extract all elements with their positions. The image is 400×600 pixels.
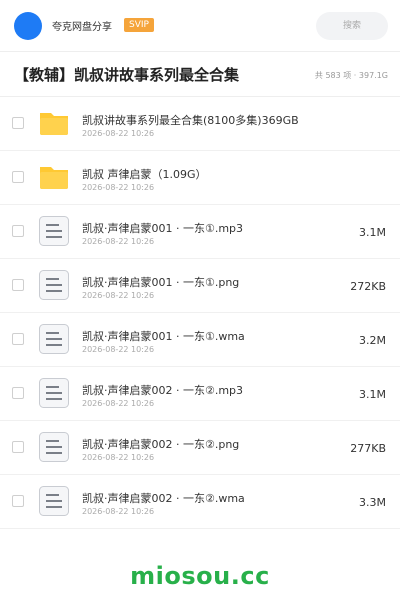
file-date: 2026-08-22 10:26 (82, 183, 155, 192)
folder-icon (40, 113, 68, 135)
list-item[interactable]: 凯叔·声律启蒙002 · 一东②.wma 2026-08-22 10:26 3.… (0, 475, 400, 529)
file-name: 凯叔·声律启蒙001 · 一东①.mp3 (82, 222, 244, 235)
watermark: miosou.cc (130, 562, 270, 590)
row-checkbox[interactable] (12, 495, 24, 507)
document-icon (39, 432, 69, 462)
page-title: 【教辅】凯叔讲故事系列最全合集 (14, 66, 240, 84)
document-icon (39, 378, 69, 408)
folder-icon (40, 167, 68, 189)
document-icon (39, 270, 69, 300)
folder-summary: 共 583 项 · 397.1G (314, 71, 388, 80)
file-date: 2026-08-22 10:26 (82, 453, 155, 462)
document-icon (39, 486, 69, 516)
file-size: 272KB (350, 280, 386, 293)
row-checkbox[interactable] (12, 279, 24, 291)
folder-title-row: 【教辅】凯叔讲故事系列最全合集 共 583 项 · 397.1G (0, 52, 400, 97)
row-checkbox[interactable] (12, 441, 24, 453)
row-checkbox[interactable] (12, 225, 24, 237)
file-size: 3.2M (359, 334, 386, 347)
file-date: 2026-08-22 10:26 (82, 237, 155, 246)
file-name: 凯叔·声律启蒙002 · 一东②.png (82, 438, 240, 451)
row-checkbox[interactable] (12, 333, 24, 345)
file-date: 2026-08-22 10:26 (82, 129, 155, 138)
file-date: 2026-08-22 10:26 (82, 345, 155, 354)
document-icon (39, 216, 69, 246)
file-name: 凯叔·声律启蒙002 · 一东②.wma (82, 492, 245, 505)
list-item[interactable]: 凯叔讲故事系列最全合集(8100多集)369GB 2026-08-22 10:2… (0, 97, 400, 151)
file-date: 2026-08-22 10:26 (82, 507, 155, 516)
file-list: 凯叔讲故事系列最全合集(8100多集)369GB 2026-08-22 10:2… (0, 97, 400, 529)
file-name: 凯叔讲故事系列最全合集(8100多集)369GB (82, 114, 299, 127)
file-name: 凯叔·声律启蒙001 · 一东①.png (82, 276, 240, 289)
file-name: 凯叔·声律启蒙002 · 一东②.mp3 (82, 384, 244, 397)
list-item[interactable]: 凯叔·声律启蒙002 · 一东②.mp3 2026-08-22 10:26 3.… (0, 367, 400, 421)
file-size: 277KB (350, 442, 386, 455)
file-size: 3.1M (359, 226, 386, 239)
list-item[interactable]: 凯叔·声律启蒙001 · 一东①.wma 2026-08-22 10:26 3.… (0, 313, 400, 367)
file-name: 凯叔·声律启蒙001 · 一东①.wma (82, 330, 245, 343)
app-name: 夸克网盘分享 (52, 22, 112, 33)
file-size: 3.3M (359, 496, 386, 509)
file-name: 凯叔 声律启蒙（1.09G） (82, 168, 207, 181)
file-date: 2026-08-22 10:26 (82, 399, 155, 408)
list-item[interactable]: 凯叔 声律启蒙（1.09G） 2026-08-22 10:26 (0, 151, 400, 205)
svip-badge: SVIP (124, 18, 154, 32)
list-item[interactable]: 凯叔·声律启蒙001 · 一东①.mp3 2026-08-22 10:26 3.… (0, 205, 400, 259)
row-checkbox[interactable] (12, 387, 24, 399)
file-size: 3.1M (359, 388, 386, 401)
list-item[interactable]: 凯叔·声律启蒙001 · 一东①.png 2026-08-22 10:26 27… (0, 259, 400, 313)
app-header: 夸克网盘分享 SVIP 搜索 (0, 0, 400, 52)
row-checkbox[interactable] (12, 117, 24, 129)
avatar[interactable] (14, 12, 42, 40)
file-date: 2026-08-22 10:26 (82, 291, 155, 300)
document-icon (39, 324, 69, 354)
row-checkbox[interactable] (12, 171, 24, 183)
list-item[interactable]: 凯叔·声律启蒙002 · 一东②.png 2026-08-22 10:26 27… (0, 421, 400, 475)
search-input[interactable]: 搜索 (316, 12, 388, 40)
